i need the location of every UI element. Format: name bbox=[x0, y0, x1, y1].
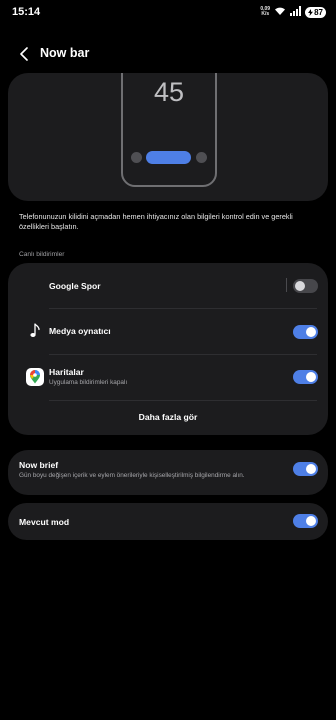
toggle-knob bbox=[306, 372, 316, 382]
current-mode-card[interactable]: Mevcut mod bbox=[8, 503, 328, 540]
divider bbox=[49, 400, 317, 401]
toggle-knob bbox=[295, 281, 305, 291]
list-item-subtitle: Uygulama bildirimleri kapalı bbox=[49, 379, 128, 386]
status-bar: 15:14 0,09 K/s 87 bbox=[0, 0, 336, 26]
network-speed: 0,09 K/s bbox=[260, 7, 270, 17]
description-text: Telefonunuzun kilidini açmadan hemen iht… bbox=[19, 212, 293, 231]
toggle-knob bbox=[306, 516, 316, 526]
now-bar-dot-left bbox=[131, 152, 142, 163]
now-bar-pill bbox=[146, 151, 191, 164]
media-player-toggle[interactable] bbox=[293, 325, 318, 339]
list-item-media-player[interactable]: Medya oynatıcı bbox=[8, 309, 328, 354]
list-item-google-spor[interactable]: Google Spor bbox=[8, 263, 328, 309]
battery-level: 87 bbox=[314, 7, 323, 17]
back-button[interactable] bbox=[14, 44, 34, 64]
current-mode-toggle[interactable] bbox=[293, 514, 318, 528]
status-time: 15:14 bbox=[12, 6, 41, 18]
page-title: Now bar bbox=[40, 46, 90, 60]
now-bar-preview: 45 bbox=[8, 73, 328, 201]
status-icons: 0,09 K/s 87 bbox=[260, 5, 326, 19]
signal-icon bbox=[290, 3, 302, 21]
live-notifications-card: Google Spor Medya oynatıcı Haritalar Uyg… bbox=[8, 263, 328, 435]
section-label-live-notifications: Canlı bildirimler bbox=[19, 251, 65, 258]
list-item-maps[interactable]: Haritalar Uygulama bildirimleri kapalı bbox=[8, 355, 328, 400]
list-item-label: Medya oynatıcı bbox=[49, 326, 111, 336]
phone-illustration: 45 bbox=[121, 73, 217, 187]
google-spor-toggle[interactable] bbox=[293, 279, 318, 293]
now-bar-settings-screen: 15:14 0,09 K/s 87 Now bar 45 Telefonunuz… bbox=[0, 0, 336, 720]
battery-icon: 87 bbox=[305, 6, 326, 18]
now-brief-card[interactable]: Now brief Gün boyu değişen içerik ve eyl… bbox=[8, 450, 328, 495]
now-brief-label: Now brief bbox=[19, 460, 59, 470]
app-header: Now bar bbox=[0, 40, 336, 68]
now-bar-dot-right bbox=[196, 152, 207, 163]
preview-clock: 45 bbox=[153, 77, 185, 107]
toggle-separator bbox=[286, 278, 287, 292]
see-more-button[interactable]: Daha fazla gör bbox=[8, 412, 328, 422]
back-arrow-icon bbox=[20, 47, 28, 61]
wifi-icon bbox=[274, 3, 286, 21]
list-item-label: Haritalar bbox=[49, 367, 84, 377]
toggle-knob bbox=[306, 464, 316, 474]
music-note-icon bbox=[30, 323, 40, 337]
network-speed-unit: K/s bbox=[261, 11, 270, 17]
toggle-knob bbox=[306, 327, 316, 337]
now-brief-subtitle: Gün boyu değişen içerik ve eylem önerile… bbox=[19, 472, 245, 479]
maps-toggle[interactable] bbox=[293, 370, 318, 384]
list-item-label: Google Spor bbox=[49, 281, 101, 291]
current-mode-label: Mevcut mod bbox=[19, 517, 70, 527]
now-brief-toggle[interactable] bbox=[293, 462, 318, 476]
google-maps-icon bbox=[26, 368, 44, 386]
